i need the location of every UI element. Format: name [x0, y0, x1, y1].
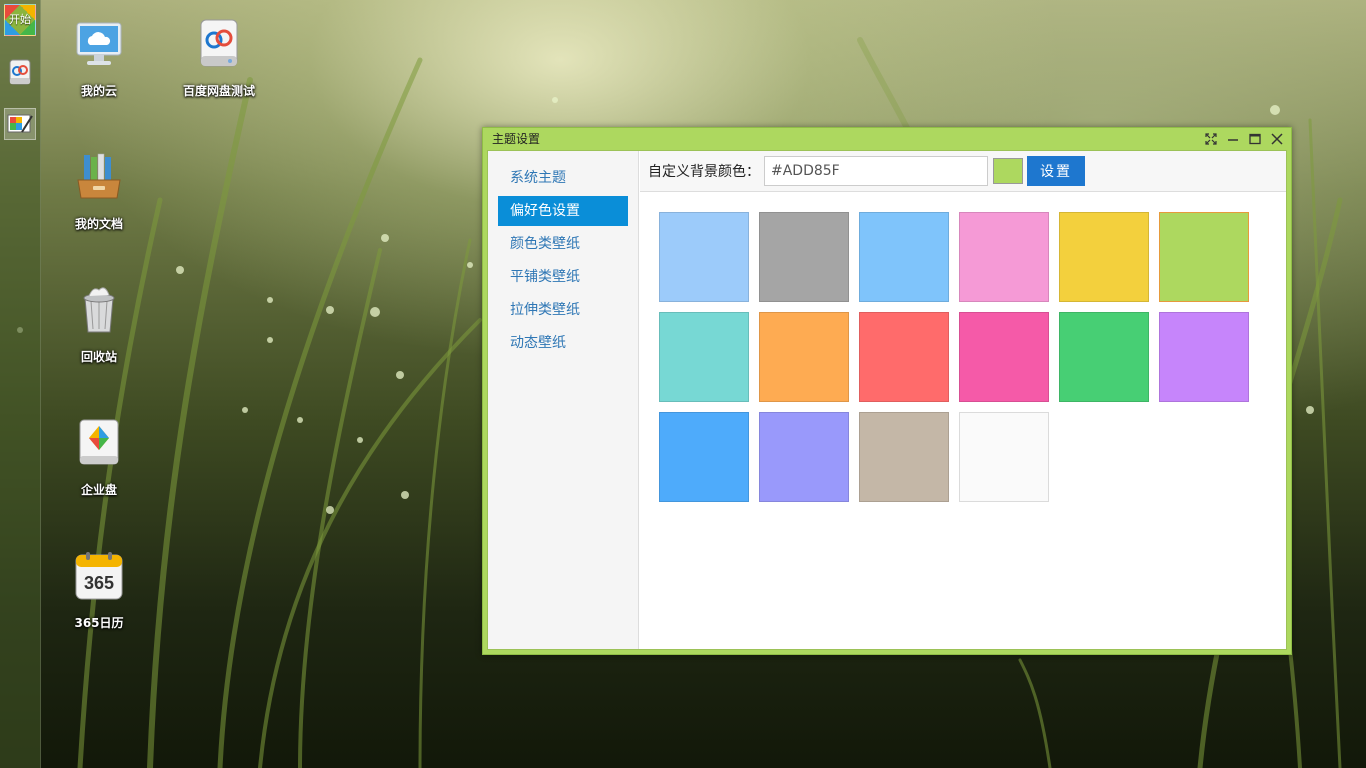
color-preview-swatch[interactable]	[993, 158, 1023, 184]
desktop-icon-my-cloud[interactable]: 我的云	[44, 16, 154, 99]
color-swatch[interactable]	[659, 312, 749, 402]
window-controls	[1203, 131, 1285, 147]
desktop-icon-baidu-pan-test[interactable]: 百度网盘测试	[164, 16, 274, 99]
window-titlebar[interactable]: 主题设置	[483, 128, 1291, 150]
color-swatch[interactable]	[1059, 212, 1149, 302]
color-swatch[interactable]	[959, 412, 1049, 502]
window-title: 主题设置	[492, 132, 541, 146]
color-swatch[interactable]	[859, 312, 949, 402]
window-body: 系统主题 偏好色设置 颜色类壁纸 平铺类壁纸 拉伸类壁纸 动态壁纸 自定义背景颜…	[487, 150, 1287, 650]
taskbar: 开始	[0, 0, 41, 768]
desktop-icon-my-documents[interactable]: 我的文档	[44, 149, 154, 232]
desktop-icon-enterprise-disk[interactable]: 企业盘	[44, 415, 154, 498]
minimize-icon	[1228, 139, 1238, 141]
desktop-icon-recycle-bin[interactable]: 回收站	[44, 282, 154, 365]
color-hex-input[interactable]	[764, 156, 988, 186]
fullscreen-icon	[1205, 133, 1217, 145]
documents-icon	[77, 153, 121, 199]
custom-color-label: 自定义背景颜色：	[648, 164, 760, 180]
settings-content: 自定义背景颜色： 设置	[640, 151, 1286, 649]
baidu-pan-icon	[200, 19, 238, 67]
desktop-icon-365-calendar[interactable]: 365 365日历	[44, 548, 154, 631]
desktop-icon-label: 365日历	[74, 616, 124, 630]
theme-settings-window: 主题设置 系统主题 偏好色设置 颜色类壁纸 平铺类壁纸 拉伸类壁纸 动态壁纸 自…	[482, 127, 1292, 655]
color-swatch-grid	[659, 212, 1269, 502]
close-button[interactable]	[1269, 131, 1285, 147]
taskbar-item-baidu-pan[interactable]	[4, 56, 36, 88]
set-color-button[interactable]: 设置	[1027, 156, 1085, 186]
taskbar-item-theme[interactable]	[4, 108, 36, 140]
baidu-pan-icon	[9, 59, 31, 85]
maximize-button[interactable]	[1247, 131, 1263, 147]
sidebar-item-dynamic-wallpaper[interactable]: 动态壁纸	[498, 328, 628, 358]
desktop-icon-label: 百度网盘测试	[182, 84, 255, 98]
sidebar-item-stretched-wallpaper[interactable]: 拉伸类壁纸	[498, 295, 628, 325]
color-swatch[interactable]	[1059, 312, 1149, 402]
start-button[interactable]: 开始	[4, 4, 36, 36]
color-swatch[interactable]	[1159, 312, 1249, 402]
color-swatch[interactable]	[859, 212, 949, 302]
fullscreen-button[interactable]	[1203, 131, 1219, 147]
maximize-icon	[1249, 133, 1261, 145]
color-swatch[interactable]	[959, 312, 1049, 402]
desktop-icon-label: 我的云	[80, 84, 117, 98]
cloud-monitor-icon	[76, 22, 122, 65]
recycle-bin-icon	[83, 287, 115, 333]
close-icon	[1271, 133, 1283, 145]
sidebar-item-tiled-wallpaper[interactable]: 平铺类壁纸	[498, 262, 628, 292]
desktop-icon-label: 企业盘	[80, 483, 117, 497]
color-swatch[interactable]	[1159, 212, 1249, 302]
settings-sidebar: 系统主题 偏好色设置 颜色类壁纸 平铺类壁纸 拉伸类壁纸 动态壁纸	[488, 151, 639, 649]
minimize-button[interactable]	[1225, 131, 1241, 147]
color-swatch[interactable]	[759, 212, 849, 302]
sidebar-item-system-theme[interactable]: 系统主题	[498, 163, 628, 193]
desktop-icon-label: 回收站	[80, 350, 117, 364]
desktop-icon-label: 我的文档	[74, 217, 123, 231]
color-swatch[interactable]	[659, 412, 749, 502]
calendar-icon: 365	[75, 552, 123, 600]
sidebar-item-color-wallpaper[interactable]: 颜色类壁纸	[498, 229, 628, 259]
color-swatch[interactable]	[859, 412, 949, 502]
color-swatch[interactable]	[659, 212, 749, 302]
theme-palette-icon	[7, 114, 33, 133]
color-swatch[interactable]	[959, 212, 1049, 302]
color-swatch[interactable]	[759, 312, 849, 402]
enterprise-disk-icon	[79, 419, 119, 465]
color-swatch[interactable]	[759, 412, 849, 502]
sidebar-item-preferred-color[interactable]: 偏好色设置	[498, 196, 628, 226]
color-toolbar: 自定义背景颜色： 设置	[640, 151, 1286, 192]
svg-text:365: 365	[84, 573, 114, 593]
